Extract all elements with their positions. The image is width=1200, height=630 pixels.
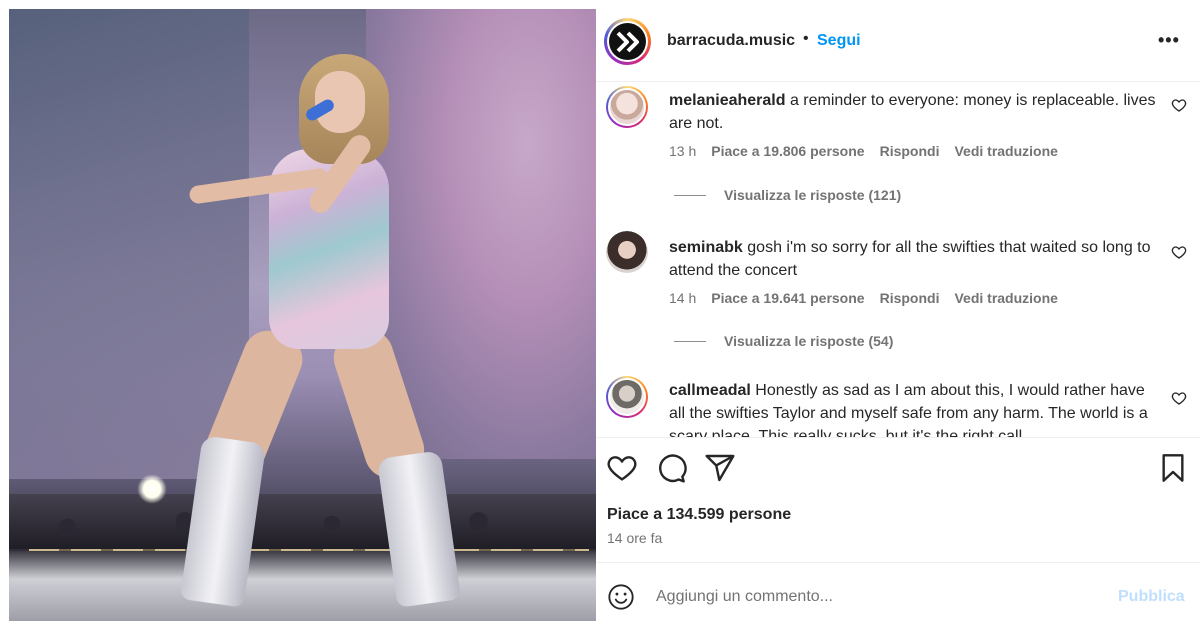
view-replies-label: Visualizza le risposte (54) — [724, 333, 894, 349]
post-likes-count[interactable]: Piace a 134.599 persone — [607, 506, 791, 524]
background-screen-left — [9, 9, 249, 479]
stage-floor — [9, 551, 596, 621]
heart-icon[interactable] — [606, 452, 638, 484]
comment-meta: 14 h Piace a 19.641 persone Rispondi Ved… — [669, 290, 1058, 306]
comment-time: 13 h — [669, 143, 697, 159]
comment-username[interactable]: callmeadal — [669, 382, 751, 399]
reply-button[interactable]: Rispondi — [880, 290, 940, 306]
comment-username[interactable]: melanieaherald — [669, 92, 786, 109]
post-date: 14 ore fa — [607, 530, 663, 546]
view-replies-button[interactable]: Visualizza le risposte (54) — [674, 333, 893, 349]
comment-text: seminabk gosh i'm so sorry for all the s… — [669, 236, 1159, 282]
replies-divider — [674, 194, 706, 196]
replies-divider — [674, 340, 706, 342]
more-options-icon[interactable]: ••• — [1158, 30, 1180, 51]
view-replies-button[interactable]: Visualizza le risposte (121) — [674, 187, 901, 203]
comment-like-heart-icon[interactable] — [1171, 97, 1187, 113]
emoji-icon[interactable] — [607, 583, 635, 611]
comment-icon[interactable] — [655, 452, 687, 484]
comment-time: 14 h — [669, 290, 697, 306]
comment-input[interactable]: Aggiungi un commento... — [656, 588, 833, 606]
post-side-panel: barracuda.music • Segui ••• melanieahera… — [596, 0, 1200, 630]
account-name[interactable]: barracuda.music — [667, 32, 795, 50]
comment-likes[interactable]: Piace a 19.641 persone — [711, 290, 864, 306]
follow-button[interactable]: Segui — [817, 32, 861, 50]
comments-list[interactable]: melanieaherald a reminder to everyone: m… — [596, 82, 1200, 437]
comment-text: callmeadal Honestly as sad as I am about… — [669, 379, 1159, 437]
spotlight-glow — [137, 474, 167, 504]
comment-like-heart-icon[interactable] — [1171, 244, 1187, 260]
translate-button[interactable]: Vedi traduzione — [954, 143, 1057, 159]
avatar[interactable] — [606, 376, 648, 418]
translate-button[interactable]: Vedi traduzione — [954, 290, 1057, 306]
avatar[interactable] — [606, 231, 648, 273]
comment-likes[interactable]: Piace a 19.806 persone — [711, 143, 864, 159]
post-actions: Piace a 134.599 persone 14 ore fa — [596, 437, 1200, 562]
account-avatar[interactable] — [604, 18, 651, 65]
post-image[interactable] — [9, 9, 596, 621]
avatar[interactable] — [606, 86, 648, 128]
comment-username[interactable]: seminabk — [669, 239, 743, 256]
share-icon[interactable] — [704, 452, 736, 484]
comment-meta: 13 h Piace a 19.806 persone Rispondi Ved… — [669, 143, 1058, 159]
publish-button[interactable]: Pubblica — [1118, 588, 1185, 606]
crowd — [9, 494, 596, 549]
comment-text: melanieaherald a reminder to everyone: m… — [669, 89, 1159, 135]
post-header: barracuda.music • Segui ••• — [596, 0, 1200, 82]
comment-like-heart-icon[interactable] — [1171, 390, 1187, 406]
reply-button[interactable]: Rispondi — [880, 143, 940, 159]
add-comment-bar: Aggiungi un commento... Pubblica — [596, 562, 1200, 630]
bookmark-icon[interactable] — [1157, 452, 1189, 484]
view-replies-label: Visualizza le risposte (121) — [724, 187, 902, 203]
separator-dot: • — [803, 30, 809, 47]
brand-logo-icon — [609, 23, 646, 60]
